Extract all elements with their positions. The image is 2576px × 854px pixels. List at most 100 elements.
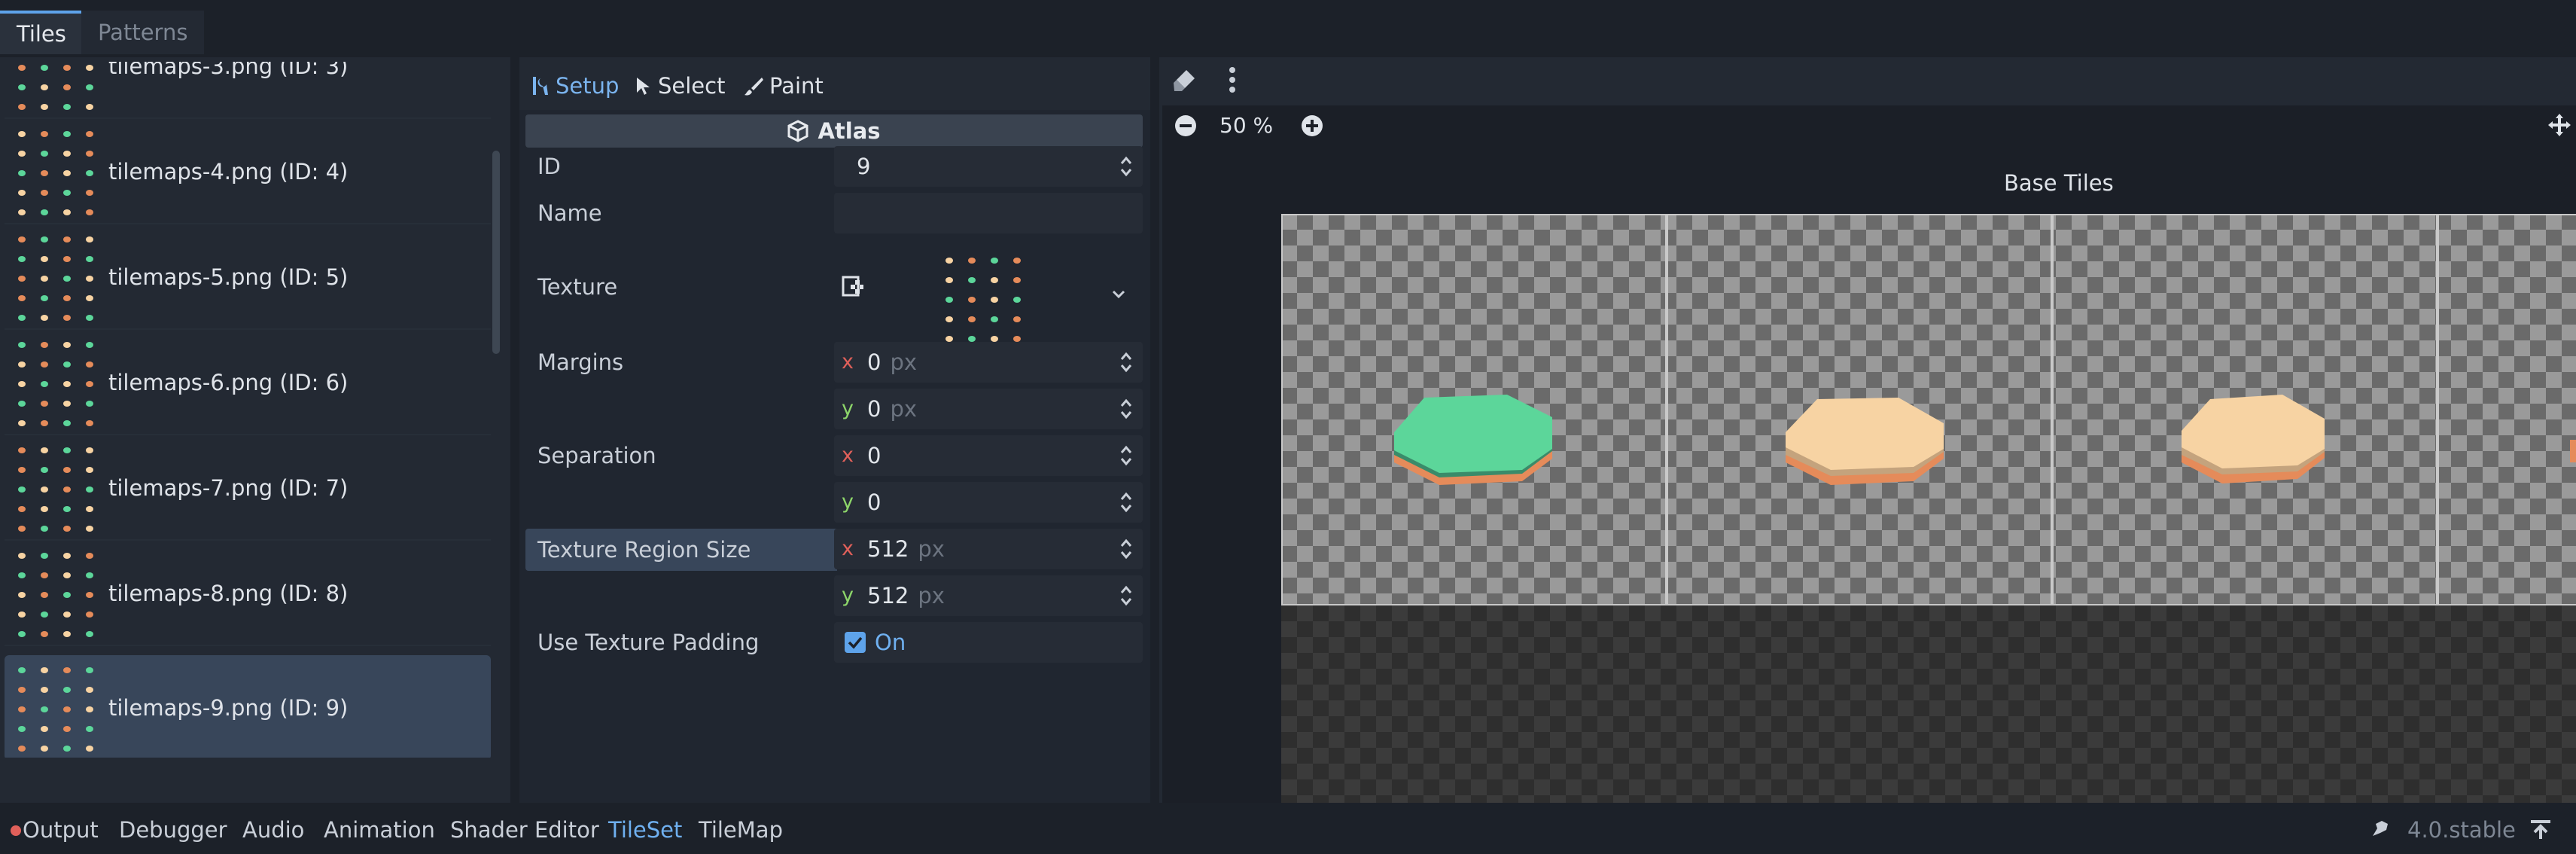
spin-arrows-icon[interactable]	[1120, 398, 1132, 420]
move-view-icon[interactable]	[2547, 113, 2573, 139]
thumbnail-tile-dot	[18, 447, 26, 453]
list-item[interactable]: tilemaps-8.png (ID: 8)	[5, 541, 491, 646]
spin-arrows-icon[interactable]	[1120, 491, 1132, 514]
source-label: tilemaps-8.png (ID: 8)	[108, 581, 349, 606]
id-spinbox[interactable]: 9	[834, 146, 1143, 187]
atlas-viewport[interactable]: 50 % Base Tiles	[1162, 105, 2576, 803]
thumbnail-tile-dot	[41, 467, 48, 473]
thumbnail-tile-dot	[63, 506, 71, 512]
thumbnail-tile-dot	[63, 84, 71, 90]
source-thumbnail	[14, 62, 102, 113]
tab-tileset[interactable]: TileSet	[608, 812, 682, 848]
tab-shader-editor[interactable]: Shader Editor	[450, 812, 599, 848]
spin-arrows-icon[interactable]	[1120, 538, 1132, 560]
list-item[interactable]: tilemaps-4.png (ID: 4)	[5, 119, 491, 224]
thumbnail-tile-dot	[63, 295, 71, 301]
separation-x-value: 0	[867, 443, 882, 468]
region-x-field[interactable]: x 512 px	[834, 529, 1143, 569]
spin-arrows-icon[interactable]	[1120, 155, 1132, 178]
thumbnail-tile-dot	[41, 190, 48, 196]
thumbnail-tile-dot	[86, 506, 93, 512]
thumbnail-tile-dot	[18, 256, 26, 262]
thumbnail-tile-dot	[18, 170, 26, 176]
list-item[interactable]: tilemaps-7.png (ID: 7)	[5, 435, 491, 541]
tab-tilemap[interactable]: TileMap	[699, 812, 783, 848]
thumbnail-tile-dot	[18, 315, 26, 321]
zoom-in-button[interactable]	[1301, 114, 1325, 139]
thumbnail-tile-dot	[41, 572, 48, 578]
thumbnail-tile-dot	[991, 297, 998, 303]
name-field[interactable]	[834, 193, 1143, 233]
tileset-sources-panel: tilemaps-3.png (ID: 3) tilemaps-4.png (I…	[0, 57, 510, 846]
tile-hex-green	[1394, 395, 1552, 485]
thumbnail-tile-dot	[63, 467, 71, 473]
tab-setup[interactable]: Setup	[530, 68, 619, 104]
tab-debugger[interactable]: Debugger	[119, 812, 227, 848]
thumbnail-tile-dot	[991, 316, 998, 322]
thumbnail-tile-dot	[63, 104, 71, 110]
source-thumbnail	[14, 336, 102, 429]
separation-x-field[interactable]: x 0	[834, 435, 1143, 476]
texture-preview[interactable]	[941, 252, 1031, 345]
thumbnail-tile-dot	[1013, 336, 1021, 342]
margins-y-field[interactable]: y 0 px	[834, 389, 1143, 429]
list-item[interactable]: tilemaps-6.png (ID: 6)	[5, 330, 491, 435]
thumbnail-tile-dot	[86, 746, 93, 752]
tab-patterns[interactable]: Patterns	[81, 11, 205, 54]
texture-padding-label: Use Texture Padding	[537, 630, 760, 655]
thumbnail-tile-dot	[86, 631, 93, 637]
thumbnail-tile-dot	[41, 315, 48, 321]
tab-select-label: Select	[658, 73, 726, 99]
thumbnail-tile-dot	[86, 381, 93, 387]
name-label: Name	[537, 200, 602, 226]
chevron-down-icon[interactable]	[1111, 280, 1129, 299]
thumbnail-tile-dot	[63, 190, 71, 196]
thumbnail-tile-dot	[18, 726, 26, 732]
tab-tiles[interactable]: Tiles	[0, 11, 83, 54]
thumbnail-tile-dot	[63, 667, 71, 673]
thumbnail-tile-dot	[86, 687, 93, 693]
spin-arrows-icon[interactable]	[1120, 351, 1132, 374]
tab-select[interactable]: Select	[635, 68, 725, 104]
texture-padding-toggle[interactable]: On	[834, 622, 1143, 663]
spin-arrows-icon[interactable]	[1120, 584, 1132, 607]
source-label: tilemaps-7.png (ID: 7)	[108, 475, 349, 501]
list-item-selected[interactable]: tilemaps-9.png (ID: 9)	[5, 655, 491, 758]
bottom-panel-bar: Output Debugger Audio Animation Shader E…	[0, 806, 2576, 854]
thumbnail-tile-dot	[63, 631, 71, 637]
tab-output[interactable]: Output	[23, 812, 99, 848]
separation-y-field[interactable]: y 0	[834, 482, 1143, 523]
update-spinner-icon[interactable]	[2370, 818, 2392, 840]
sources-scrollbar[interactable]	[492, 151, 500, 354]
region-y-field[interactable]: y 512 px	[834, 575, 1143, 616]
source-label: tilemaps-9.png (ID: 9)	[108, 695, 349, 721]
thumbnail-tile-dot	[18, 276, 26, 282]
list-item[interactable]: tilemaps-3.png (ID: 3)	[5, 62, 491, 119]
thumbnail-tile-dot	[18, 65, 26, 71]
zoom-level[interactable]: 50 %	[1219, 113, 1273, 138]
atlas-setup-panel: Setup Select Paint Atlas ID 9 Name Textu…	[519, 57, 1150, 803]
thumbnail-tile-dot	[86, 170, 93, 176]
spin-arrows-icon[interactable]	[1120, 444, 1132, 467]
sources-list[interactable]: tilemaps-3.png (ID: 3) tilemaps-4.png (I…	[5, 62, 491, 758]
tab-audio[interactable]: Audio	[242, 812, 304, 848]
tab-animation[interactable]: Animation	[324, 812, 435, 848]
version-label: 4.0.stable	[2407, 817, 2516, 843]
thumbnail-tile-dot	[41, 295, 48, 301]
thumbnail-tile-dot	[86, 361, 93, 368]
atlas-section-header[interactable]: Atlas	[525, 114, 1143, 148]
expand-panel-button[interactable]	[2529, 818, 2553, 842]
thumbnail-tile-dot	[41, 687, 48, 693]
thumbnail-tile-dot	[63, 612, 71, 618]
eraser-button[interactable]	[1173, 68, 1200, 95]
checkbox-checked-icon[interactable]	[845, 632, 866, 653]
thumbnail-tile-dot	[86, 486, 93, 493]
list-item[interactable]: tilemaps-5.png (ID: 5)	[5, 224, 491, 330]
editor-menu-button[interactable]	[1229, 66, 1244, 96]
thumbnail-tile-dot	[86, 151, 93, 157]
x-axis-label: x	[842, 444, 854, 467]
zoom-out-button[interactable]	[1174, 114, 1198, 139]
thumbnail-tile-dot	[86, 612, 93, 618]
margins-x-field[interactable]: x 0 px	[834, 342, 1143, 383]
tab-paint[interactable]: Paint	[744, 68, 824, 104]
